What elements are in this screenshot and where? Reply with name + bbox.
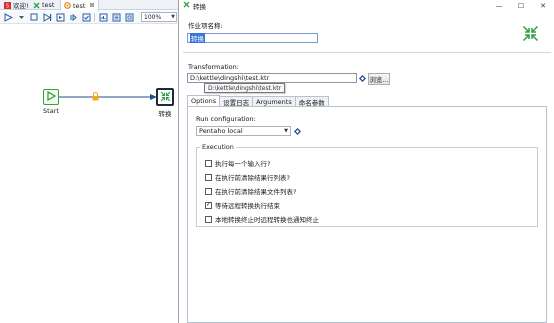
tab-parameters[interactable]: 命名参数 — [294, 96, 329, 107]
start-step-label: Start — [43, 107, 59, 115]
path-tooltip: D:\kettle\dingshi\test.ktr — [204, 83, 286, 93]
checkbox-clear-result-rows[interactable]: 在执行前清除结果行列表? — [205, 172, 290, 182]
entry-name-input[interactable]: 转换 — [187, 33, 318, 43]
run-config-label: Run configuration: — [196, 115, 256, 123]
transformation-job-entry-dialog: 转换 — ☐ ✕ 作业项名称: 转换 Transformation: D:\ke… — [178, 0, 554, 323]
checkbox[interactable] — [205, 173, 212, 181]
maximize-icon[interactable]: ☐ — [513, 0, 529, 11]
transformation-step-label: 转换 — [158, 110, 172, 118]
start-step[interactable] — [43, 89, 59, 105]
checkbox[interactable] — [205, 159, 212, 167]
debug-icon[interactable] — [55, 12, 65, 22]
impact-icon[interactable] — [98, 12, 108, 22]
canvas-toolbar: 100% ▼ — [0, 11, 178, 24]
replay-icon[interactable] — [68, 12, 78, 22]
transformation-entry-icon — [522, 25, 539, 44]
run-config-select[interactable]: Pentaho local ▼ — [196, 126, 291, 136]
chevron-down-icon: ▼ — [171, 14, 175, 20]
variable-diamond-icon[interactable] — [359, 75, 366, 84]
checkbox-clear-result-files[interactable]: 在执行前清除结果文件列表? — [205, 186, 296, 196]
checkbox-label: 在执行前清除结果行列表? — [215, 174, 290, 182]
tab-label: 欢迎! — [13, 2, 29, 10]
browse-button[interactable]: 浏览... — [368, 73, 390, 85]
close-icon[interactable]: ✕ — [535, 0, 551, 11]
dialog-tabs: Options 设置日志 Arguments 命名参数 — [187, 95, 329, 107]
tab-label: test — [42, 1, 55, 9]
job-icon — [33, 2, 40, 9]
stop-icon[interactable] — [29, 12, 39, 22]
toolbar-separator — [94, 12, 95, 22]
checkbox-wait-remote[interactable]: ✓ 等待远程转换执行结束 — [205, 200, 280, 210]
checkbox-label: 本地转换终止时远程转换也通知终止 — [215, 216, 319, 224]
entry-name-label: 作业项名称: — [188, 22, 223, 30]
run-icon[interactable] — [3, 12, 13, 22]
checkbox-label: 等待远程转换执行结束 — [215, 202, 280, 210]
explore-db-icon[interactable] — [124, 12, 134, 22]
zoom-select[interactable]: 100% ▼ — [141, 12, 177, 22]
transformation-icon — [64, 2, 71, 9]
preview-icon[interactable] — [42, 12, 52, 22]
chevron-down-icon: ▼ — [284, 128, 288, 134]
tab-options[interactable]: Options — [187, 95, 221, 106]
transformation-canvas[interactable]: Start 转换 — [0, 25, 178, 323]
transformation-path-input[interactable]: D:\kettle\dingshi\test.ktr — [187, 73, 357, 83]
welcome-icon: S — [4, 1, 11, 9]
dialog-title: 转换 — [193, 2, 206, 11]
hop-line[interactable] — [0, 25, 178, 145]
entry-name-value: 转换 — [190, 33, 205, 43]
tab-job-test[interactable]: test — [30, 0, 57, 10]
verify-icon[interactable] — [81, 12, 91, 22]
checkbox-label: 在执行前清除结果文件列表? — [215, 188, 297, 196]
divider — [183, 52, 551, 53]
checkbox[interactable] — [205, 187, 212, 195]
job-icon — [183, 1, 190, 10]
transformation-label: Transformation: — [188, 63, 239, 71]
dropdown-arrow-icon[interactable] — [16, 12, 26, 22]
options-panel: Run configuration: Pentaho local ▼ Execu… — [187, 106, 547, 323]
checkbox-label: 执行每一个输入行? — [215, 160, 271, 168]
editor-tab-bar: S 欢迎! test test ⊠ — [0, 0, 178, 11]
svg-text:S: S — [6, 3, 9, 8]
sql-icon[interactable] — [111, 12, 121, 22]
start-icon — [46, 90, 57, 103]
transformation-step[interactable] — [156, 88, 174, 106]
checkbox-execute-each-row[interactable]: 执行每一个输入行? — [205, 158, 270, 168]
variable-diamond-icon[interactable] — [294, 128, 301, 137]
tab-arguments[interactable]: Arguments — [252, 96, 296, 106]
zoom-value: 100% — [144, 13, 162, 21]
checkbox[interactable] — [205, 215, 212, 223]
execution-title: Execution — [200, 143, 236, 151]
transformation-path-value: D:\kettle\dingshi\test.ktr — [190, 74, 270, 82]
run-config-value: Pentaho local — [199, 127, 243, 135]
tab-logging[interactable]: 设置日志 — [219, 96, 254, 107]
checkbox[interactable]: ✓ — [205, 201, 212, 209]
hop-lock-icon[interactable] — [92, 92, 99, 103]
transformation-step-icon — [160, 91, 171, 104]
minimize-icon[interactable]: — — [491, 0, 507, 11]
tab-transformation-test[interactable]: test ⊠ — [60, 0, 99, 11]
close-tab-icon[interactable]: ⊠ — [89, 2, 94, 9]
tab-label: test — [73, 1, 86, 10]
tab-welcome[interactable]: S 欢迎! — [1, 0, 32, 10]
checkbox-follow-local-abort[interactable]: 本地转换终止时远程转换也通知终止 — [205, 214, 319, 224]
